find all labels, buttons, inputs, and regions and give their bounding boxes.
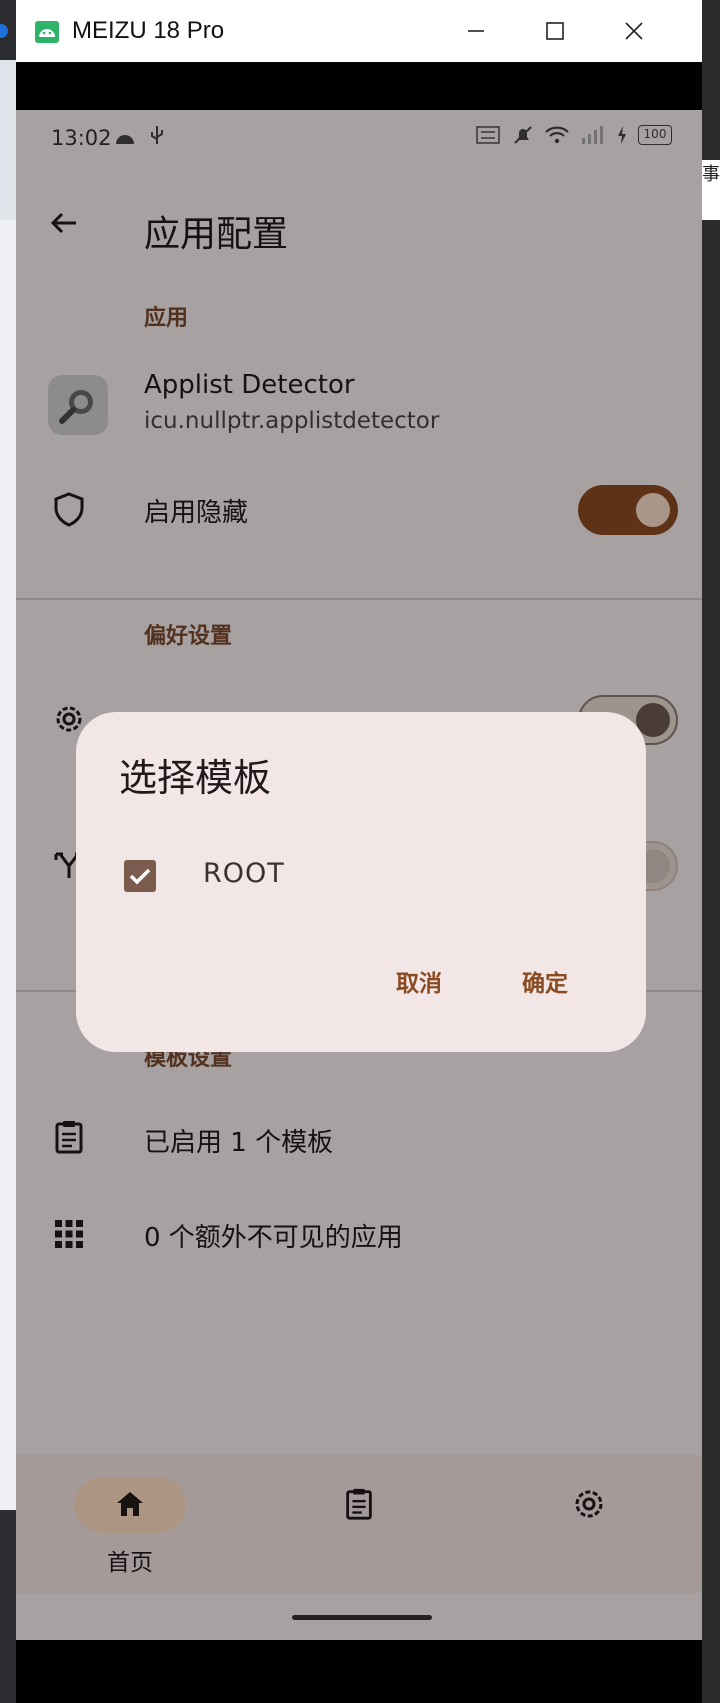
- phone-screen: 13:02 100 应用配置 应用 Applist Detector icu.n…: [16, 110, 702, 1640]
- desktop-left-edge: [0, 0, 16, 1703]
- cancel-button[interactable]: 取消: [396, 964, 442, 998]
- select-template-dialog: 选择模板 ROOT 取消 确定: [76, 712, 646, 1052]
- confirm-button[interactable]: 确定: [522, 964, 568, 998]
- maximize-button[interactable]: [532, 10, 578, 52]
- emulator-window: MEIZU 18 Pro 13:02 100 应用配置 应用 Applist D…: [16, 0, 702, 1703]
- template-option-root[interactable]: ROOT: [76, 832, 646, 922]
- desktop-window-strip: [0, 220, 16, 1510]
- emulator-bottom-band: [16, 1640, 702, 1703]
- minimize-button[interactable]: [453, 10, 499, 52]
- minimize-icon: [468, 30, 484, 32]
- desktop-text-fragment: 事.: [702, 160, 720, 220]
- window-titlebar[interactable]: MEIZU 18 Pro: [16, 0, 702, 62]
- template-checkbox[interactable]: [124, 860, 156, 892]
- maximize-icon: [546, 22, 564, 40]
- check-icon: [129, 868, 151, 885]
- dialog-title: 选择模板: [119, 756, 272, 800]
- close-icon: [625, 22, 643, 40]
- desktop-badge: [0, 24, 8, 38]
- desktop-window-strip: [0, 60, 16, 220]
- window-title: MEIZU 18 Pro: [72, 17, 225, 44]
- desktop-right-edge: 事.: [702, 0, 720, 1703]
- template-option-label: ROOT: [203, 858, 285, 889]
- emulator-top-band: [16, 62, 702, 110]
- android-icon: [35, 21, 59, 43]
- close-button[interactable]: [611, 10, 657, 52]
